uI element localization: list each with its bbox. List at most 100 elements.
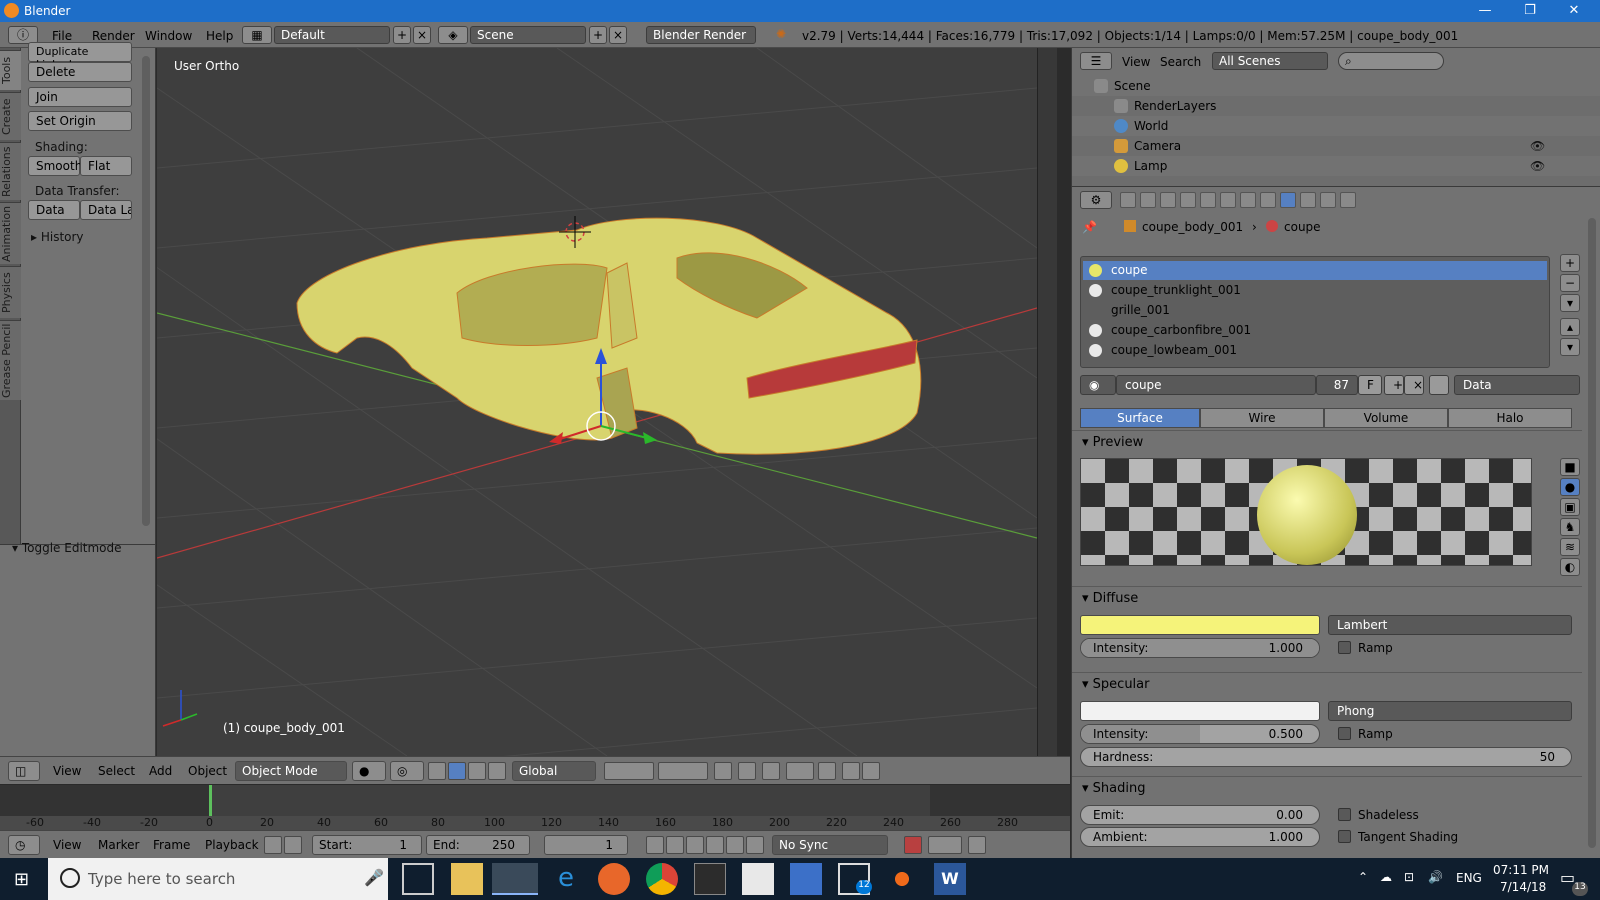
- material-tab-icon[interactable]: [1280, 192, 1296, 208]
- scene-dropdown[interactable]: Scene: [470, 26, 586, 44]
- preview-sky-icon[interactable]: ◐: [1560, 558, 1580, 576]
- opengl-anim-icon[interactable]: [862, 762, 880, 780]
- data-tab-icon[interactable]: [1260, 192, 1276, 208]
- snap-element-icon[interactable]: [786, 762, 814, 780]
- menu-view[interactable]: View: [53, 838, 81, 852]
- manipulator-toggle-icon[interactable]: [428, 762, 446, 780]
- move-slot-up-button[interactable]: ▴: [1560, 318, 1580, 336]
- proportional-edit-icon[interactable]: [738, 762, 756, 780]
- menu-view[interactable]: View: [53, 764, 81, 778]
- constraints-tab-icon[interactable]: [1220, 192, 1236, 208]
- clock-time[interactable]: 07:11 PM: [1493, 863, 1549, 877]
- specular-intensity-slider[interactable]: Intensity: 0.500: [1080, 724, 1320, 744]
- outliner-search-input[interactable]: ⌕: [1338, 52, 1444, 70]
- eye-icon[interactable]: 👁: [1530, 159, 1545, 173]
- start-frame-field[interactable]: Start: 1: [312, 835, 422, 855]
- preview-sphere-icon[interactable]: ●: [1560, 478, 1580, 496]
- menu-window[interactable]: Window: [145, 29, 192, 43]
- clock-date[interactable]: 7/14/18: [1500, 880, 1546, 894]
- outliner-item-lamp[interactable]: Lamp 👁: [1072, 156, 1600, 176]
- translate-manipulator-icon[interactable]: [448, 762, 466, 780]
- material-users-count[interactable]: 87: [1316, 375, 1358, 395]
- transform-orientation-dropdown[interactable]: Global: [512, 761, 596, 781]
- file-explorer-icon[interactable]: [451, 863, 483, 895]
- tab-grease-pencil[interactable]: Grease Pencil: [0, 320, 21, 400]
- menu-help[interactable]: Help: [206, 29, 233, 43]
- preview-monkey-icon[interactable]: ♞: [1560, 518, 1580, 536]
- outliner-item-world[interactable]: World: [1072, 116, 1600, 136]
- 3d-viewport[interactable]: User Ortho (1) coupe_body_001: [157, 48, 1037, 756]
- pivot-point-dropdown[interactable]: ◎: [390, 761, 424, 781]
- rotate-manipulator-icon[interactable]: [468, 762, 486, 780]
- editor-type-icon[interactable]: ⚙: [1080, 191, 1112, 209]
- tab-animation[interactable]: Animation: [0, 202, 21, 264]
- particles-tab-icon[interactable]: [1320, 192, 1336, 208]
- menu-select[interactable]: Select: [98, 764, 135, 778]
- screen-layout-icon[interactable]: ▦: [242, 26, 272, 44]
- material-slot[interactable]: grille_001: [1083, 301, 1547, 320]
- menu-add[interactable]: Add: [149, 764, 172, 778]
- material-slot[interactable]: coupe: [1083, 261, 1547, 280]
- edge-icon[interactable]: e: [550, 863, 582, 895]
- preview-range-icon[interactable]: [264, 836, 282, 854]
- flat-button[interactable]: Flat: [80, 156, 132, 176]
- link-toggle-icon[interactable]: [1429, 375, 1449, 395]
- volume-icon[interactable]: 🔊: [1428, 870, 1443, 884]
- jump-start-icon[interactable]: [646, 836, 664, 854]
- jump-end-icon[interactable]: [746, 836, 764, 854]
- toolshelf-scrollbar[interactable]: [142, 56, 150, 526]
- material-slot[interactable]: coupe_carbonfibre_001: [1083, 321, 1547, 340]
- menu-search[interactable]: Search: [1160, 55, 1201, 69]
- delete-button[interactable]: Delete: [28, 62, 132, 82]
- prev-keyframe-icon[interactable]: [666, 836, 684, 854]
- shadeless-checkbox[interactable]: [1338, 808, 1351, 821]
- fake-user-toggle[interactable]: F: [1358, 375, 1382, 395]
- editor-type-icon[interactable]: ◫: [8, 761, 40, 781]
- menu-frame[interactable]: Frame: [153, 838, 190, 852]
- set-origin-dropdown[interactable]: Set Origin: [28, 111, 132, 131]
- diffuse-shader-dropdown[interactable]: Lambert: [1328, 615, 1572, 635]
- specular-color-swatch[interactable]: [1080, 701, 1320, 721]
- tab-surface[interactable]: Surface: [1080, 408, 1200, 428]
- tab-volume[interactable]: Volume: [1324, 408, 1448, 428]
- calculator-icon[interactable]: [694, 863, 726, 895]
- texture-tab-icon[interactable]: [1300, 192, 1316, 208]
- start-button[interactable]: ⊞: [14, 869, 29, 890]
- tab-wire[interactable]: Wire: [1200, 408, 1324, 428]
- scene-icon[interactable]: ◈: [438, 26, 468, 44]
- tab-create[interactable]: Create: [0, 92, 21, 140]
- emit-field[interactable]: Emit: 0.00: [1080, 805, 1320, 825]
- lock-layers-icon[interactable]: [714, 762, 732, 780]
- end-frame-field[interactable]: End: 250: [426, 835, 530, 855]
- add-scene-icon[interactable]: +: [589, 26, 607, 44]
- viewport-shading-dropdown[interactable]: ●: [352, 761, 386, 781]
- add-layout-icon[interactable]: +: [393, 26, 411, 44]
- slot-specials-button[interactable]: ▾: [1560, 294, 1580, 312]
- keying-set-icon[interactable]: [928, 836, 962, 854]
- taskbar-search-box[interactable]: Type here to search 🎤: [48, 858, 388, 900]
- language-indicator[interactable]: ENG: [1456, 871, 1482, 885]
- maximize-button[interactable]: ❐: [1512, 1, 1548, 21]
- outliner-item-renderlayers[interactable]: RenderLayers: [1072, 96, 1600, 116]
- diffuse-intensity-slider[interactable]: Intensity: 1.000: [1080, 638, 1320, 658]
- preview-flat-icon[interactable]: ■: [1560, 458, 1580, 476]
- smooth-button[interactable]: Smooth: [28, 156, 82, 176]
- viewport-region-divider[interactable]: [1037, 48, 1057, 756]
- preview-hair-icon[interactable]: ≋: [1560, 538, 1580, 556]
- task-view-icon[interactable]: [402, 863, 434, 895]
- display-mode-dropdown[interactable]: All Scenes: [1212, 52, 1328, 70]
- preview-panel-header[interactable]: ▾ Preview: [1072, 430, 1582, 454]
- material-name-field[interactable]: coupe: [1116, 375, 1316, 395]
- object-tab-icon[interactable]: [1200, 192, 1216, 208]
- diffuse-color-swatch[interactable]: [1080, 615, 1320, 635]
- diffuse-panel-header[interactable]: ▾ Diffuse: [1072, 586, 1582, 610]
- data-button[interactable]: Data: [28, 200, 80, 220]
- world-tab-icon[interactable]: [1180, 192, 1196, 208]
- microphone-icon[interactable]: 🎤: [364, 868, 384, 887]
- layers-icon[interactable]: [604, 762, 654, 780]
- opengl-render-icon[interactable]: [842, 762, 860, 780]
- keyframe-icon[interactable]: [968, 836, 986, 854]
- menu-marker[interactable]: Marker: [98, 838, 139, 852]
- new-material-icon[interactable]: +: [1384, 375, 1404, 395]
- specular-shader-dropdown[interactable]: Phong: [1328, 701, 1572, 721]
